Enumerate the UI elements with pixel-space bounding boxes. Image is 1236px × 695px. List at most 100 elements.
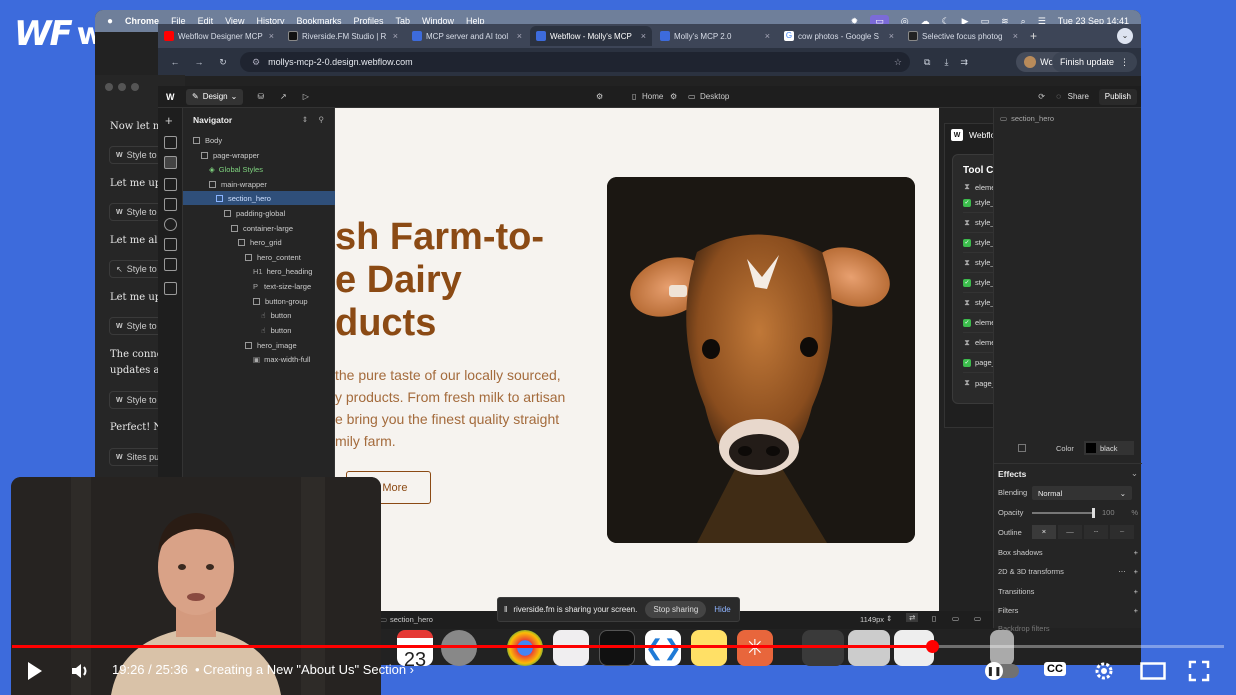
nav-item-hero-grid[interactable]: hero_grid [183, 235, 335, 249]
nav-item-page-wrapper[interactable]: page-wrapper [183, 148, 335, 162]
nav-item-body[interactable]: Body [183, 133, 335, 147]
add-icon[interactable]: + [1134, 587, 1138, 596]
tab-riverside[interactable]: Riverside.FM Studio | R × [282, 26, 404, 46]
hero-paragraph-line[interactable]: the pure taste of our locally sourced, [335, 367, 561, 383]
close-icon[interactable]: × [269, 31, 274, 41]
fullscreen-icon[interactable] [1188, 660, 1210, 682]
more-icon[interactable]: ⋯ [1118, 567, 1126, 576]
tab-search-chevron-icon[interactable]: ⌄ [1117, 28, 1133, 44]
minimize-dot-icon[interactable] [118, 83, 126, 91]
opacity-field[interactable]: 100% [1102, 508, 1138, 517]
back-icon[interactable]: ← [168, 57, 182, 67]
analytics-icon[interactable]: ↗ [280, 92, 287, 101]
volume-icon[interactable] [70, 661, 90, 681]
play-icon[interactable] [26, 660, 44, 682]
tab-selective-focus[interactable]: Selective focus photog × [902, 26, 1024, 46]
close-icon[interactable]: × [641, 31, 646, 41]
share-button[interactable]: Share [1062, 89, 1095, 105]
opacity-slider-knob[interactable] [1092, 508, 1095, 518]
close-dot-icon[interactable] [105, 83, 113, 91]
cast-icon[interactable]: ⇉ [960, 57, 968, 68]
close-icon[interactable]: × [517, 31, 522, 41]
kebab-menu-icon[interactable]: ⋮ [1120, 57, 1129, 68]
outline-dotted-button[interactable]: ┈ [1110, 525, 1134, 539]
pin-icon[interactable]: ⚲ [319, 115, 325, 124]
finish-update-button[interactable]: Finish update ⋮ [1051, 52, 1137, 72]
nav-item-main-wrapper[interactable]: main-wrapper [183, 177, 335, 191]
reload-icon[interactable]: ↻ [216, 57, 230, 68]
breakpoint-selector[interactable]: Desktop [700, 92, 729, 101]
zoom-dot-icon[interactable] [131, 83, 139, 91]
tab-mcp-server[interactable]: MCP server and AI tool × [406, 26, 528, 46]
theater-icon[interactable] [1140, 662, 1166, 680]
gear-icon[interactable]: ⚙ [670, 92, 677, 101]
close-icon[interactable]: × [393, 31, 398, 41]
nav-item-global-styles[interactable]: ◈ Global Styles [183, 162, 335, 176]
site-info-icon[interactable]: ⚙ [252, 57, 260, 68]
transitions-row[interactable]: Transitions + [998, 587, 1138, 596]
page-settings-icon[interactable]: ⚙ [596, 92, 603, 101]
hero-paragraph-line[interactable]: mily farm. [335, 433, 396, 449]
hero-cow-image[interactable] [607, 177, 915, 543]
tab-cow-photos[interactable]: Gcow photos - Google S × [778, 26, 900, 46]
nav-item-section-hero[interactable]: section_hero [183, 191, 335, 205]
comments-icon[interactable]: ◌ [1056, 92, 1061, 101]
autoplay-toggle[interactable]: ❚❚ [985, 662, 1019, 680]
filters-row[interactable]: Filters + [998, 606, 1138, 615]
assets-icon[interactable] [164, 238, 177, 251]
bookmark-star-icon[interactable]: ☆ [894, 57, 902, 68]
address-bar[interactable]: ⚙ mollys-mcp-2-0.design.webflow.com ☆ [240, 52, 910, 72]
forward-icon[interactable]: → [192, 57, 206, 67]
apple-icon[interactable]: ● [107, 16, 113, 27]
outline-dashed-button[interactable]: ┄ [1084, 525, 1108, 539]
hero-heading-line[interactable]: ducts [335, 302, 436, 345]
device-mobile-icon[interactable]: ▭ [952, 614, 959, 623]
stop-sharing-button[interactable]: Stop sharing [645, 601, 707, 618]
navigator-icon[interactable] [164, 156, 177, 169]
preview-play-icon[interactable]: ▷ [303, 92, 309, 101]
cms-icon[interactable] [164, 198, 177, 211]
library-icon[interactable] [164, 258, 177, 271]
add-icon[interactable]: + [1134, 606, 1138, 615]
hero-paragraph-line[interactable]: y products. From fresh milk to artisan [335, 389, 565, 405]
nav-item-button[interactable]: ☝ button [183, 308, 335, 322]
nav-item-hero-image[interactable]: hero_image [183, 338, 335, 352]
nav-item-padding-global[interactable]: padding-global [183, 206, 335, 220]
add-icon[interactable]: + [1134, 567, 1138, 576]
chapter-title[interactable]: • Creating a New "About Us" Section › [195, 662, 414, 677]
nav-item-button[interactable]: ☝ button [183, 323, 335, 337]
device-desktop-icon[interactable]: ▭ [974, 614, 981, 623]
add-icon[interactable]: + [1134, 548, 1138, 557]
blending-select[interactable]: Normal ⌄ [1032, 486, 1132, 500]
resize-icon[interactable]: ⇕ [886, 614, 892, 623]
add-icon[interactable]: + [165, 113, 173, 128]
hero-paragraph-line[interactable]: e bring you the finest quality straight [335, 411, 559, 427]
outline-none-button[interactable]: × [1032, 525, 1056, 539]
nav-item-hero-heading[interactable]: H1 hero_heading [183, 264, 335, 278]
components-icon[interactable] [164, 178, 177, 191]
menubar-app[interactable]: Chrome [125, 16, 159, 26]
nav-item-max-width-full[interactable]: ▣ max-width-full [183, 352, 335, 366]
database-icon[interactable]: ⛁ [257, 92, 264, 101]
publish-button[interactable]: Publish [1098, 88, 1137, 105]
cc-icon[interactable]: CC [1044, 662, 1066, 676]
box-shadows-row[interactable]: Box shadows + [998, 548, 1138, 557]
close-icon[interactable]: × [1013, 31, 1018, 41]
nav-item-text-size-large[interactable]: Ptext-size-large [183, 279, 335, 293]
page-selector[interactable]: Home [642, 92, 663, 101]
hero-heading-line[interactable]: e Dairy [335, 259, 462, 302]
breadcrumb[interactable]: section_hero [390, 615, 433, 624]
close-icon[interactable]: × [765, 31, 770, 41]
color-field[interactable]: black [1083, 441, 1134, 455]
pages-icon[interactable] [164, 136, 177, 149]
sync-icon[interactable]: ⟳ [1038, 92, 1045, 101]
canvas-mode-icon[interactable]: ⇄ [906, 613, 919, 622]
tab-mollys-mcp-2[interactable]: Molly's MCP 2.0 × [654, 26, 776, 46]
extensions-icon[interactable]: ⧉ [924, 57, 930, 68]
tab-webflow-designer-mcp[interactable]: Webflow Designer MCP × [158, 26, 280, 46]
device-tablet-icon[interactable]: ▯ [932, 614, 936, 623]
tab-webflow-mollys-mcp[interactable]: Webflow - Molly's MCP × [530, 26, 652, 46]
variables-icon[interactable] [164, 218, 177, 231]
hide-share-bar-link[interactable]: Hide [714, 605, 730, 614]
close-icon[interactable]: × [889, 31, 894, 41]
